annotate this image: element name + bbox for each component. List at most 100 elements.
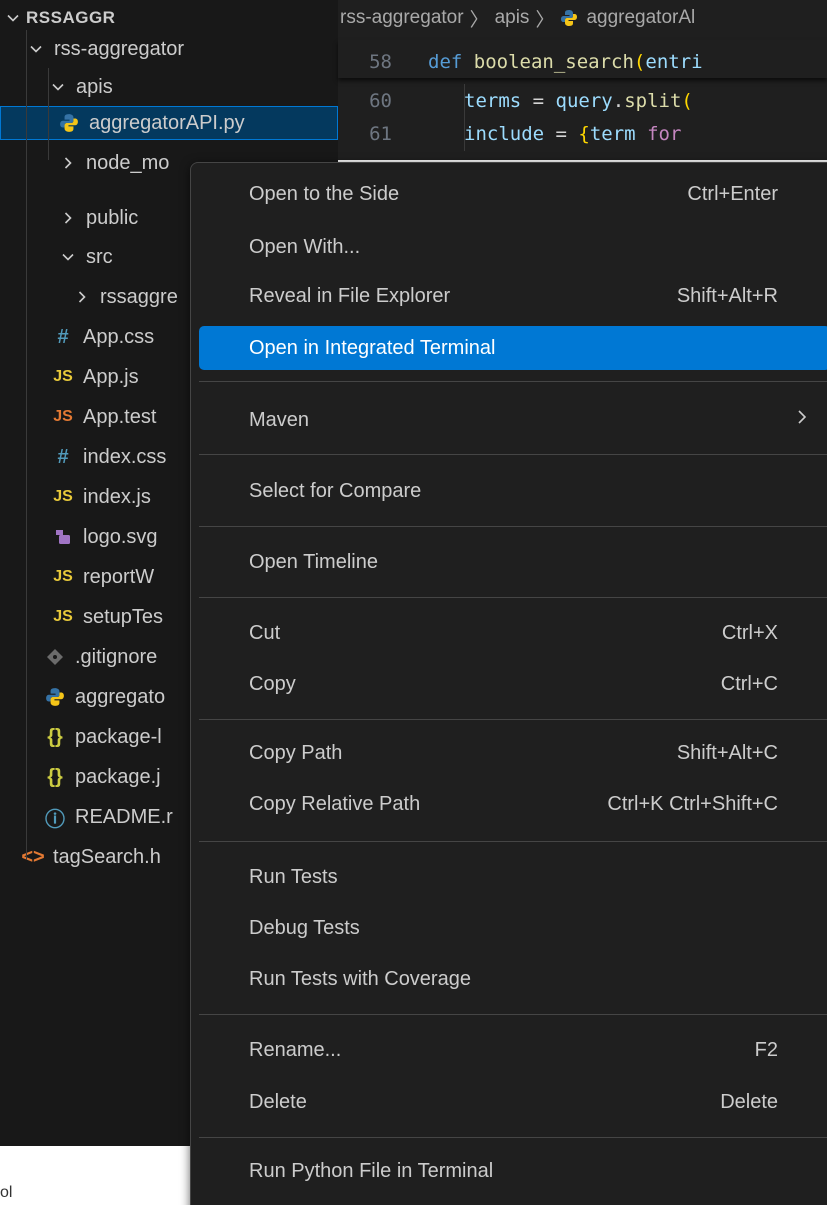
- indent-guide: [26, 30, 27, 860]
- css-file-icon: #: [57, 445, 69, 468]
- menu-item-label: Open to the Side: [249, 182, 400, 205]
- tree-item-label: aggregato: [75, 685, 166, 708]
- code-token: =: [544, 123, 579, 145]
- code-token: {: [578, 123, 590, 145]
- git-file-icon: [44, 647, 66, 667]
- menu-item-open-with[interactable]: Open With...: [199, 225, 827, 269]
- tree-item-label: tagSearch.h: [53, 845, 161, 868]
- menu-item-shortcut: Ctrl+K Ctrl+Shift+C: [607, 792, 778, 815]
- code-line[interactable]: 61 include = {term for: [338, 117, 827, 151]
- indent-guide: [48, 68, 49, 160]
- code-token: split: [624, 90, 682, 112]
- menu-item-select-for-compare[interactable]: Select for Compare: [199, 469, 827, 513]
- menu-item-delete[interactable]: Delete Delete: [199, 1080, 827, 1124]
- breadcrumb-item-root[interactable]: rss-aggregator: [340, 7, 464, 29]
- tree-item-label: setupTes: [83, 605, 164, 628]
- breadcrumb-item-file[interactable]: aggregatorAl: [586, 7, 695, 29]
- menu-item-label: Run Python File in Terminal: [249, 1159, 494, 1182]
- menu-item-debug-tests[interactable]: Debug Tests: [199, 906, 827, 950]
- menu-item-copy-path[interactable]: Copy Path Shift+Alt+C: [199, 731, 827, 775]
- tree-item-label: node_mo: [86, 151, 170, 174]
- menu-item-reveal-in-file-explorer[interactable]: Reveal in File Explorer Shift+Alt+R: [199, 274, 827, 318]
- tree-item-label: README.r: [75, 805, 173, 828]
- menu-item-shortcut: Shift+Alt+R: [676, 284, 778, 307]
- javascript-file-icon: JS: [53, 368, 73, 385]
- javascript-file-icon: JS: [53, 608, 73, 625]
- menu-item-shortcut: Ctrl+X: [721, 621, 778, 644]
- chevron-down-icon: [0, 10, 26, 26]
- menu-item-label: Open With...: [249, 235, 361, 258]
- menu-item-cut[interactable]: Cut Ctrl+X: [199, 611, 827, 655]
- menu-item-label: Open in Integrated Terminal: [249, 336, 496, 359]
- menu-item-label: Rename...: [249, 1038, 342, 1061]
- menu-separator: [199, 454, 827, 455]
- tree-item-label: reportW: [83, 565, 155, 588]
- code-token: entri: [645, 51, 703, 73]
- breadcrumb-item-folder[interactable]: apis: [495, 7, 530, 29]
- tree-item-label: package.j: [75, 765, 161, 788]
- menu-item-shortcut: Ctrl+C: [720, 672, 778, 695]
- menu-item-run-python-file-in-terminal[interactable]: Run Python File in Terminal: [199, 1149, 827, 1193]
- chevron-right-icon: [58, 155, 78, 171]
- code-text: def boolean_search(entri: [428, 51, 703, 73]
- menu-item-maven[interactable]: Maven: [199, 398, 827, 442]
- tree-item-aggregatorapi-py[interactable]: aggregatorAPI.py: [0, 106, 338, 140]
- code-line[interactable]: 58 def boolean_search(entri: [338, 45, 827, 79]
- menu-separator: [199, 1014, 827, 1015]
- tree-item-rss-aggregator[interactable]: rss-aggregator: [0, 30, 338, 68]
- tree-item-label: index.css: [83, 445, 167, 468]
- line-number: 61: [369, 123, 392, 145]
- indent-guide: [464, 117, 465, 151]
- menu-item-copy-relative-path[interactable]: Copy Relative Path Ctrl+K Ctrl+Shift+C: [199, 782, 827, 826]
- menu-separator: [199, 526, 827, 527]
- code-token: query: [555, 90, 613, 112]
- tree-item-label: index.js: [83, 485, 151, 508]
- menu-item-rename[interactable]: Rename... F2: [199, 1028, 827, 1072]
- python-file-icon: [44, 687, 66, 707]
- tree-item-apis[interactable]: apis: [0, 68, 338, 106]
- menu-item-copy[interactable]: Copy Ctrl+C: [199, 662, 827, 706]
- tree-item-label: App.test: [83, 405, 157, 428]
- tree-item-label: App.js: [83, 365, 139, 388]
- python-file-icon: [560, 9, 578, 27]
- background-text-fragment: ol: [0, 1184, 13, 1201]
- code-line[interactable]: 60 terms = query.split(: [338, 84, 827, 118]
- tree-item-label: rss-aggregator: [54, 37, 185, 60]
- tree-item-label: .gitignore: [75, 645, 158, 668]
- tree-item-label: public: [86, 206, 139, 229]
- menu-item-open-to-the-side[interactable]: Open to the Side Ctrl+Enter: [199, 172, 827, 216]
- menu-item-shortcut: Ctrl+Enter: [687, 182, 778, 205]
- chevron-down-icon: [58, 249, 78, 265]
- javascript-file-icon: JS: [53, 568, 73, 585]
- code-token: (: [681, 90, 693, 112]
- chevron-right-icon: [58, 210, 78, 226]
- chevron-down-icon: [26, 41, 46, 57]
- menu-item-label: Copy Path: [249, 741, 343, 764]
- menu-item-label: Delete: [249, 1090, 307, 1113]
- menu-item-label: Copy: [249, 672, 296, 695]
- menu-item-label: Debug Tests: [249, 916, 360, 939]
- breadcrumb-separator-icon: 〉: [535, 9, 555, 31]
- code-token: =: [521, 90, 556, 112]
- menu-item-open-timeline[interactable]: Open Timeline: [199, 540, 827, 584]
- tree-item-label: rssaggre: [100, 285, 178, 308]
- code-text: include = {term for: [428, 123, 681, 145]
- editor-area: rss-aggregator 〉 apis 〉 aggregatorAl 58 d…: [338, 0, 827, 160]
- json-file-icon: {}: [47, 765, 63, 788]
- tree-item-label: apis: [76, 75, 113, 98]
- tree-item-label: logo.svg: [83, 525, 158, 548]
- code-token: for: [635, 123, 682, 145]
- menu-item-shortcut: Shift+Alt+C: [676, 741, 778, 764]
- line-number: 58: [369, 51, 392, 73]
- code-token: (: [633, 51, 646, 73]
- menu-separator: [199, 841, 827, 842]
- menu-item-label: Reveal in File Explorer: [249, 284, 451, 307]
- indent-guide: [464, 84, 465, 118]
- json-file-icon: {}: [47, 725, 63, 748]
- javascript-file-icon: JS: [53, 488, 73, 505]
- menu-item-run-tests-with-coverage[interactable]: Run Tests with Coverage: [199, 957, 827, 1001]
- menu-item-open-in-integrated-terminal[interactable]: Open in Integrated Terminal: [199, 326, 827, 370]
- code-token: terms: [464, 90, 522, 112]
- menu-item-run-tests[interactable]: Run Tests: [199, 855, 827, 899]
- tree-item-label: App.css: [83, 325, 155, 348]
